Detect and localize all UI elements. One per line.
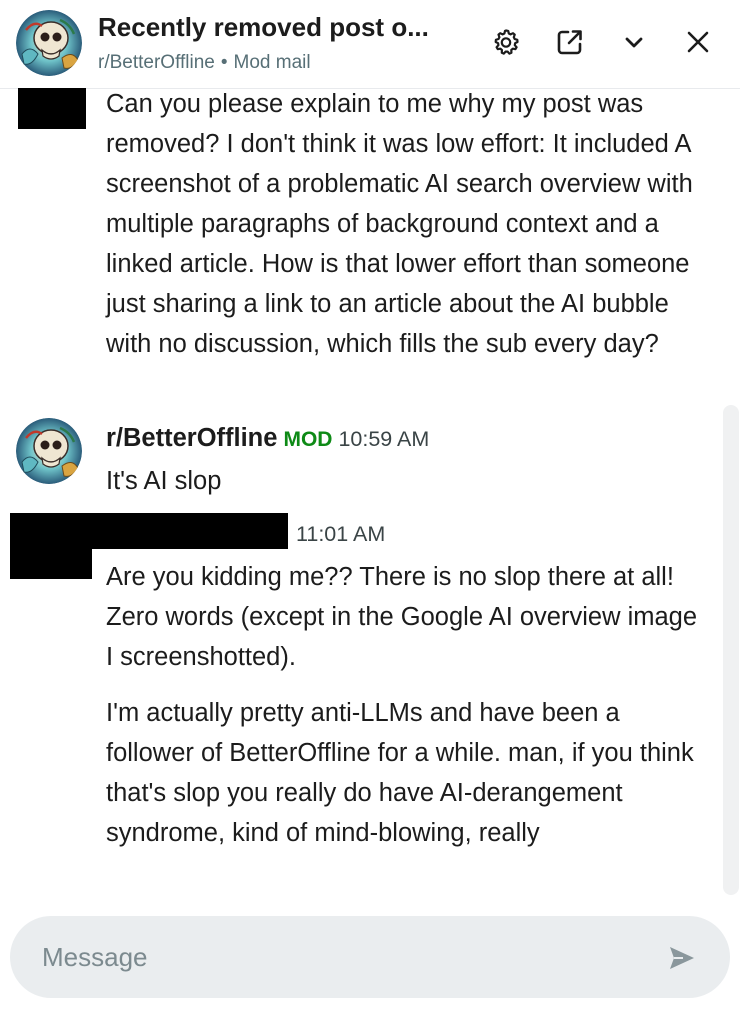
gear-icon — [494, 29, 519, 55]
close-button[interactable] — [678, 22, 718, 62]
chevron-down-icon — [625, 37, 643, 48]
send-icon — [670, 947, 694, 969]
message-composer — [10, 916, 730, 998]
message-timestamp: 10:59 AM — [338, 427, 430, 451]
skull-avatar-image — [16, 418, 82, 484]
context-label: Mod mail — [233, 52, 311, 73]
close-icon — [687, 31, 709, 53]
separator-dot: • — [220, 52, 228, 73]
message-body: Can you please explain to me why my post… — [106, 84, 706, 364]
external-link-icon — [557, 30, 582, 55]
settings-button[interactable] — [486, 22, 526, 62]
author-name[interactable]: r/BetterOffline — [106, 424, 277, 452]
message-paragraph: Are you kidding me?? There is no slop th… — [106, 563, 698, 671]
chat-header: Recently removed post o... r/BetterOffli… — [0, 0, 740, 89]
scrollbar[interactable] — [723, 405, 739, 895]
message-body: It's AI slop — [106, 461, 706, 501]
message-input[interactable] — [42, 916, 642, 998]
message-body: Are you kidding me?? There is no slop th… — [106, 557, 706, 853]
redacted-user-avatar — [18, 88, 86, 129]
conversation-title[interactable]: Recently removed post o... — [98, 12, 468, 43]
popout-button[interactable] — [550, 22, 590, 62]
message-paragraph: It's AI slop — [106, 467, 222, 495]
redacted-username — [10, 513, 288, 549]
message-author-line: r/BetterOffline MOD 10:59 AM — [106, 424, 429, 453]
conversation-subtitle: r/BetterOffline • Mod mail — [98, 52, 311, 74]
redacted-user-avatar — [10, 545, 92, 579]
send-button[interactable] — [662, 938, 702, 978]
message-timestamp: 11:01 AM — [296, 522, 386, 546]
collapse-button[interactable] — [614, 22, 654, 62]
moderator-avatar[interactable] — [16, 418, 82, 484]
subreddit-avatar[interactable] — [16, 10, 82, 76]
message-paragraph: Can you please explain to me why my post… — [106, 90, 693, 358]
modmail-chat-window: Recently removed post o... r/BetterOffli… — [0, 0, 740, 1010]
message-paragraph: I'm actually pretty anti-LLMs and have b… — [106, 699, 694, 847]
subreddit-link[interactable]: r/BetterOffline — [98, 52, 215, 73]
mod-badge: MOD — [283, 428, 333, 451]
skull-avatar-image — [16, 10, 82, 76]
